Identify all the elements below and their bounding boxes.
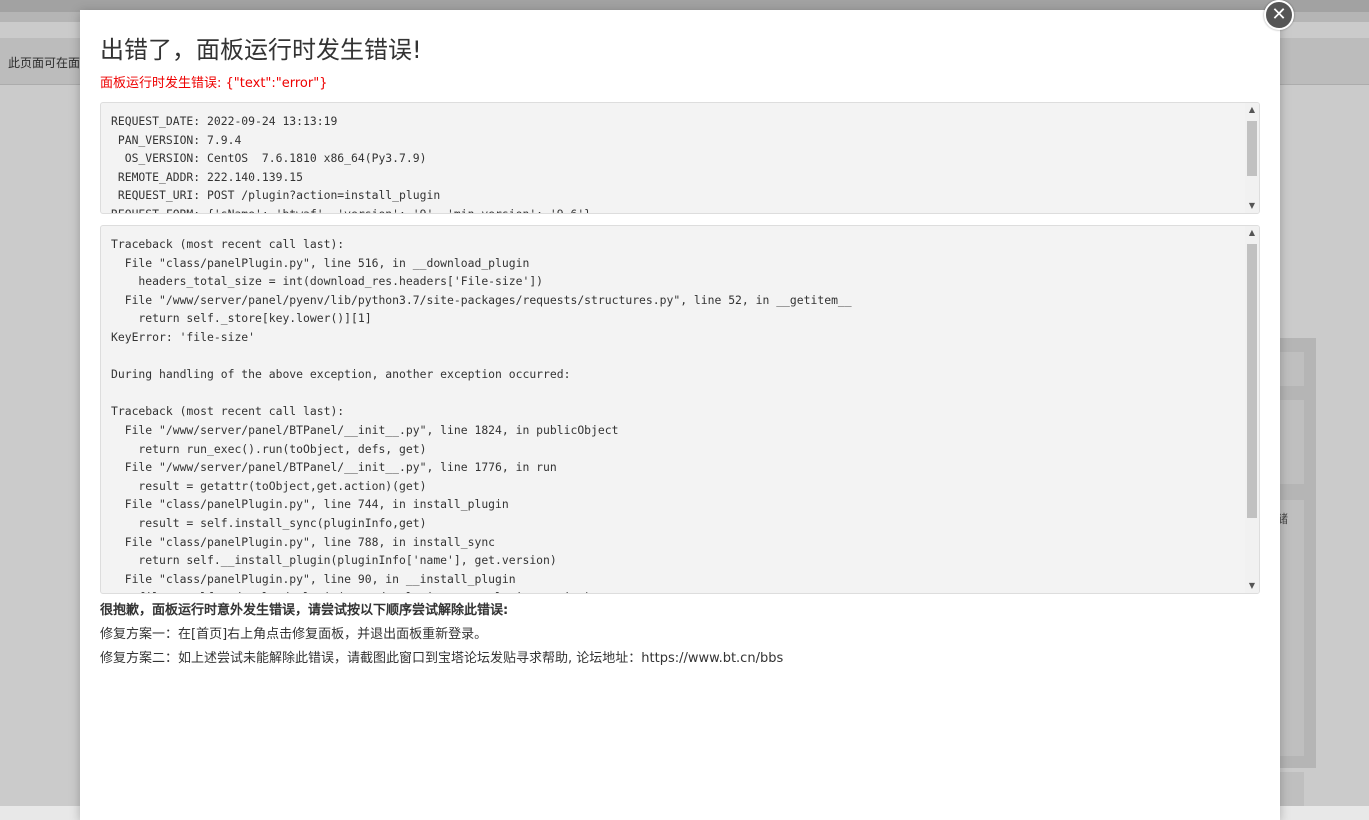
scroll-thumb[interactable] <box>1247 121 1257 176</box>
scroll-thumb[interactable] <box>1247 244 1257 518</box>
code-line: result = getattr(toObject,get.action)(ge… <box>111 478 427 493</box>
code-line: File "/www/server/panel/pyenv/lib/python… <box>111 292 852 307</box>
code-line: Traceback (most recent call last): <box>111 404 345 419</box>
code-line: return self._store[key.lower()][1] <box>111 311 372 326</box>
traceback-scrollbar[interactable]: ▲ ▼ <box>1245 226 1259 593</box>
code-line: REQUEST_DATE: 2022-09-24 13:13:19 <box>111 114 338 128</box>
error-subtitle: 面板运行时发生错误: {"text":"error"} <box>100 76 328 91</box>
code-line: REQUEST_FORM: {'sName': 'btwaf', 'versio… <box>111 205 1233 213</box>
scroll-up-arrow-icon[interactable]: ▲ <box>1245 226 1259 240</box>
code-line: return run_exec().run(toObject, defs, ge… <box>111 441 427 456</box>
fix-option-2: 修复方案二：如上述尝试未能解除此错误，请截图此窗口到宝塔论坛发贴寻求帮助, 论坛… <box>100 651 784 666</box>
code-line: KeyError: 'file-size' <box>111 329 256 344</box>
code-line: return self.__install_plugin(pluginInfo[… <box>111 553 557 568</box>
traceback-content: Traceback (most recent call last): File … <box>101 226 1243 593</box>
scroll-down-arrow-icon[interactable]: ▼ <box>1245 579 1259 593</box>
code-line: File "/www/server/panel/BTPanel/__init__… <box>111 460 557 475</box>
code-line: PAN_VERSION: 7.9.4 <box>111 132 242 147</box>
request-info-scrollbar[interactable]: ▲ ▼ <box>1245 103 1259 213</box>
code-line: OS_VERSION: CentOS 7.6.1810 x86_64(Py3.7… <box>111 151 427 166</box>
code-line: REMOTE_ADDR: 222.140.139.15 <box>111 169 304 184</box>
code-line: File "/www/server/panel/BTPanel/__init__… <box>111 422 619 437</box>
traceback-box[interactable]: Traceback (most recent call last): File … <box>100 225 1260 594</box>
fix-option-1: 修复方案一：在[首页]右上角点击修复面板，并退出面板重新登录。 <box>100 627 488 642</box>
request-info-box[interactable]: REQUEST_DATE: 2022-09-24 13:13:19 PAN_VE… <box>100 102 1260 214</box>
code-line: File "class/panelPlugin.py", line 90, in… <box>111 571 516 586</box>
error-title: 出错了，面板运行时发生错误! <box>100 36 422 64</box>
request-info-content: REQUEST_DATE: 2022-09-24 13:13:19 PAN_VE… <box>101 103 1243 213</box>
scroll-up-arrow-icon[interactable]: ▲ <box>1245 103 1259 117</box>
code-line: File "class/panelPlugin.py", line 516, i… <box>111 255 530 270</box>
close-icon[interactable]: ✕ <box>1264 0 1294 30</box>
code-line: headers_total_size = int(download_res.he… <box>111 274 544 289</box>
code-line: During handling of the above exception, … <box>111 367 571 382</box>
code-line: result = self.install_sync(pluginInfo,ge… <box>111 515 427 530</box>
code-line: File "class/panelPlugin.py", line 744, i… <box>111 497 509 512</box>
scroll-down-arrow-icon[interactable]: ▼ <box>1245 199 1259 213</box>
help-title: 很抱歉，面板运行时意外发生错误，请尝试按以下顺序尝试解除此错误: <box>100 603 509 618</box>
code-line: Traceback (most recent call last): <box>111 237 345 251</box>
code-line: File "class/panelPlugin.py", line 788, i… <box>111 534 496 549</box>
code-line: REQUEST_URI: POST /plugin?action=install… <box>111 188 441 203</box>
code-line: file = self.__download_plugin(upgrade_pl… <box>111 588 1233 593</box>
error-dialog: 出错了，面板运行时发生错误! 面板运行时发生错误: {"text":"error… <box>80 10 1280 820</box>
